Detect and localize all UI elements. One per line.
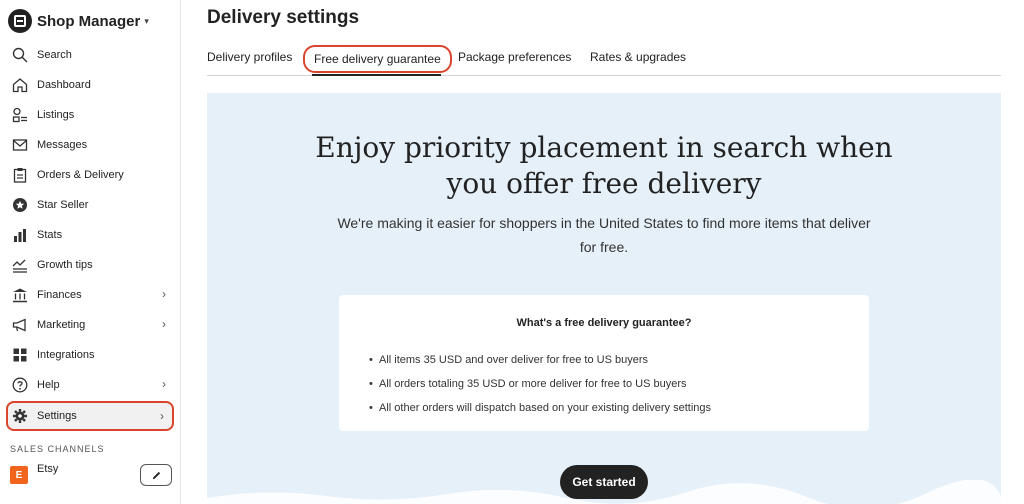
sidebar-item-orders-delivery[interactable]: Orders & Delivery xyxy=(6,161,174,189)
sidebar-item-settings[interactable]: Settings › xyxy=(6,401,174,431)
bank-icon xyxy=(12,287,28,303)
edit-channel-button[interactable] xyxy=(140,464,172,486)
chevron-right-icon: › xyxy=(160,409,164,423)
sales-channels-heading: SALES CHANNELS xyxy=(10,444,105,454)
sidebar-item-stats[interactable]: Stats xyxy=(6,221,174,249)
help-icon xyxy=(12,377,28,393)
tab-package-preferences[interactable]: Package preferences xyxy=(458,50,571,64)
hero-title-line-1: Enjoy priority placement in search when xyxy=(315,131,893,164)
bar-chart-icon xyxy=(12,227,28,243)
shop-manager-logo-icon xyxy=(8,9,32,33)
sidebar-item-listings[interactable]: Listings xyxy=(6,101,174,129)
chevron-right-icon: › xyxy=(162,287,166,301)
gear-icon xyxy=(12,408,28,424)
sidebar-item-label: Finances xyxy=(37,289,82,301)
sidebar-item-label: Marketing xyxy=(37,319,86,331)
sidebar-item-help[interactable]: Help › xyxy=(6,371,174,399)
card-title: What's a free delivery guarantee? xyxy=(516,317,692,329)
tab-free-delivery-guarantee[interactable]: Free delivery guarantee xyxy=(303,45,452,73)
benefit-list: All items 35 USD and over deliver for fr… xyxy=(369,353,711,425)
sidebar-item-label: Dashboard xyxy=(37,79,91,91)
mail-icon xyxy=(12,137,28,153)
sidebar-item-label: Orders & Delivery xyxy=(37,169,124,181)
star-badge-icon xyxy=(12,197,28,213)
grid-icon xyxy=(12,347,28,363)
page-title: Delivery settings xyxy=(207,7,360,28)
sidebar-item-integrations[interactable]: Integrations xyxy=(6,341,174,369)
pencil-icon xyxy=(152,471,160,479)
active-tab-indicator xyxy=(312,74,441,76)
hero-title-line-2: you offer free delivery xyxy=(446,167,762,200)
shop-manager-switcher[interactable]: Shop Manager ▾ xyxy=(8,9,149,33)
sidebar-item-label: Growth tips xyxy=(37,259,93,271)
sidebar-item-dashboard[interactable]: Dashboard xyxy=(6,71,174,99)
sidebar-item-label: Messages xyxy=(37,139,88,151)
sidebar-item-finances[interactable]: Finances › xyxy=(6,281,174,309)
clipboard-icon xyxy=(12,167,28,183)
tab-rates-upgrades[interactable]: Rates & upgrades xyxy=(590,50,686,64)
chevron-right-icon: › xyxy=(162,317,166,331)
sidebar-item-search[interactable]: Search xyxy=(6,41,174,69)
hero-subtitle: We're making it easier for shoppers in t… xyxy=(337,215,871,255)
tab-delivery-profiles[interactable]: Delivery profiles xyxy=(207,50,292,64)
app-title: Shop Manager xyxy=(37,12,141,30)
decorative-wave xyxy=(207,480,1001,504)
list-item: All orders totaling 35 USD or more deliv… xyxy=(369,377,711,401)
sidebar-item-label: Stats xyxy=(37,229,63,241)
chevron-right-icon: › xyxy=(162,377,166,391)
sidebar-item-label: Integrations xyxy=(37,349,95,361)
sidebar-item-label: Help xyxy=(37,379,60,391)
free-delivery-hero: Enjoy priority placement in search when … xyxy=(207,93,1001,504)
tab-bar: Delivery profiles Free delivery guarante… xyxy=(207,45,1001,76)
etsy-badge-icon: E xyxy=(10,466,28,484)
megaphone-icon xyxy=(12,317,28,333)
sidebar-item-messages[interactable]: Messages xyxy=(6,131,174,159)
sidebar-item-growth-tips[interactable]: Growth tips xyxy=(6,251,174,279)
sidebar-item-label: Search xyxy=(37,49,72,61)
list-item: All other orders will dispatch based on … xyxy=(369,401,711,425)
search-icon xyxy=(12,47,28,63)
sidebar-item-star-seller[interactable]: Star Seller xyxy=(6,191,174,219)
sales-channel-etsy[interactable]: E Etsy xyxy=(10,462,174,486)
hero-title: Enjoy priority placement in search when … xyxy=(207,130,1001,202)
trend-icon xyxy=(12,257,28,273)
info-card: What's a free delivery guarantee? All it… xyxy=(339,295,869,431)
sidebar-item-label: Star Seller xyxy=(37,199,89,211)
caret-down-icon: ▾ xyxy=(144,15,149,26)
sidebar-item-label: Settings xyxy=(37,410,77,422)
list-item: All items 35 USD and over deliver for fr… xyxy=(369,353,711,377)
home-icon xyxy=(12,77,28,93)
channel-label: Etsy xyxy=(37,463,59,475)
sidebar-item-label: Listings xyxy=(37,109,75,121)
sidebar: Shop Manager ▾ Search Dashboard Listings… xyxy=(0,0,181,504)
sidebar-item-marketing[interactable]: Marketing › xyxy=(6,311,174,339)
listings-icon xyxy=(12,107,28,123)
